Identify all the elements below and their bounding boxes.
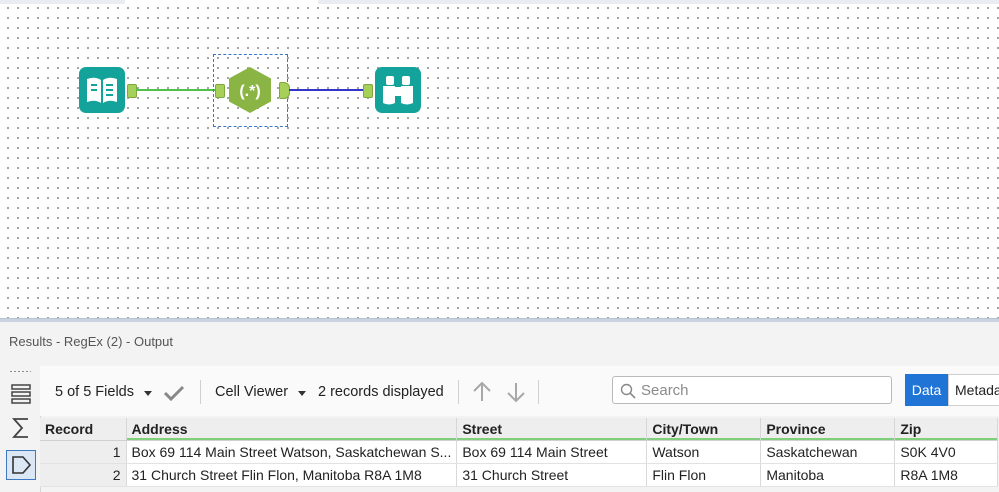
table-row[interactable]: 1 Box 69 114 Main Street Watson, Saskatc… — [40, 440, 999, 464]
tag-icon — [12, 456, 32, 474]
browse-input-anchor[interactable] — [363, 84, 373, 98]
cell-address[interactable]: 31 Church Street Flin Flon, Manitoba R8A… — [126, 463, 458, 487]
regex-tool[interactable]: (.*) — [226, 66, 274, 114]
chevron-down-icon[interactable] — [144, 391, 152, 396]
column-header-address[interactable]: Address — [126, 418, 458, 441]
regex-input-anchor[interactable] — [215, 84, 225, 98]
search-icon — [620, 383, 636, 399]
binoculars-icon — [375, 67, 421, 113]
column-header-zip[interactable]: Zip — [894, 418, 999, 441]
input-output-anchor[interactable] — [127, 84, 137, 98]
column-header-record[interactable]: Record — [40, 418, 127, 441]
cell-city[interactable]: Flin Flon — [646, 463, 762, 487]
tab-metadata[interactable]: Metadata — [948, 374, 999, 406]
search-placeholder: Search — [641, 382, 689, 399]
list-view-button[interactable] — [6, 380, 36, 408]
rows-icon — [11, 384, 31, 404]
column-header-province[interactable]: Province — [760, 418, 896, 441]
arrow-down-icon[interactable] — [506, 381, 526, 403]
tag-view-button[interactable] — [6, 450, 36, 480]
cell-province[interactable]: Manitoba — [760, 463, 896, 487]
toolbar-divider — [458, 380, 459, 404]
cell-city[interactable]: Watson — [646, 440, 762, 464]
cell-street[interactable]: 31 Church Street — [456, 463, 648, 487]
record-number: 2 — [40, 463, 127, 487]
svg-text:(.*): (.*) — [239, 83, 260, 100]
results-sidebar — [0, 366, 41, 492]
connection-line-2[interactable] — [289, 89, 364, 91]
workflow-canvas[interactable]: (.*) — [0, 0, 999, 320]
table-header-row: Record Address Street City/Town Province… — [40, 418, 999, 441]
arrow-up-icon[interactable] — [472, 381, 492, 403]
summary-button[interactable] — [6, 414, 36, 442]
results-table: Record Address Street City/Town Province… — [40, 418, 999, 487]
cell-viewer-dropdown[interactable]: Cell Viewer — [215, 384, 288, 400]
input-data-tool[interactable] — [79, 67, 125, 113]
regex-icon: (.*) — [229, 67, 271, 113]
sigma-icon — [11, 418, 28, 438]
chevron-down-icon[interactable] — [298, 391, 306, 396]
search-input[interactable]: Search — [612, 376, 892, 404]
records-count: 2 records displayed — [318, 384, 444, 400]
column-header-city[interactable]: City/Town — [646, 418, 762, 441]
cell-province[interactable]: Saskatchewan — [760, 440, 896, 464]
record-number: 1 — [40, 440, 127, 464]
grip-handle[interactable] — [9, 370, 31, 373]
cell-street[interactable]: Box 69 114 Main Street — [456, 440, 648, 464]
table-row[interactable]: 2 31 Church Street Flin Flon, Manitoba R… — [40, 463, 999, 487]
checkmark-icon[interactable] — [163, 384, 185, 402]
cell-zip[interactable]: S0K 4V0 — [894, 440, 999, 464]
results-panel: Results - RegEx (2) - Output 5 of 5 Fiel… — [0, 322, 999, 492]
browse-tool[interactable] — [375, 67, 421, 113]
book-icon — [79, 67, 125, 113]
cell-address[interactable]: Box 69 114 Main Street Watson, Saskatche… — [126, 440, 458, 464]
results-title: Results - RegEx (2) - Output — [9, 334, 173, 349]
results-toolbar: 5 of 5 Fields Cell Viewer 2 records disp… — [40, 366, 999, 416]
cell-zip[interactable]: R8A 1M8 — [894, 463, 999, 487]
column-header-street[interactable]: Street — [456, 418, 648, 441]
toolbar-divider — [200, 380, 201, 404]
toolbar-divider — [538, 380, 539, 404]
canvas-tab-strip-right — [318, 0, 999, 4]
fields-dropdown[interactable]: 5 of 5 Fields — [55, 384, 134, 400]
connection-line[interactable] — [136, 89, 216, 91]
canvas-tab-strip — [0, 0, 125, 4]
tab-data[interactable]: Data — [905, 374, 948, 406]
